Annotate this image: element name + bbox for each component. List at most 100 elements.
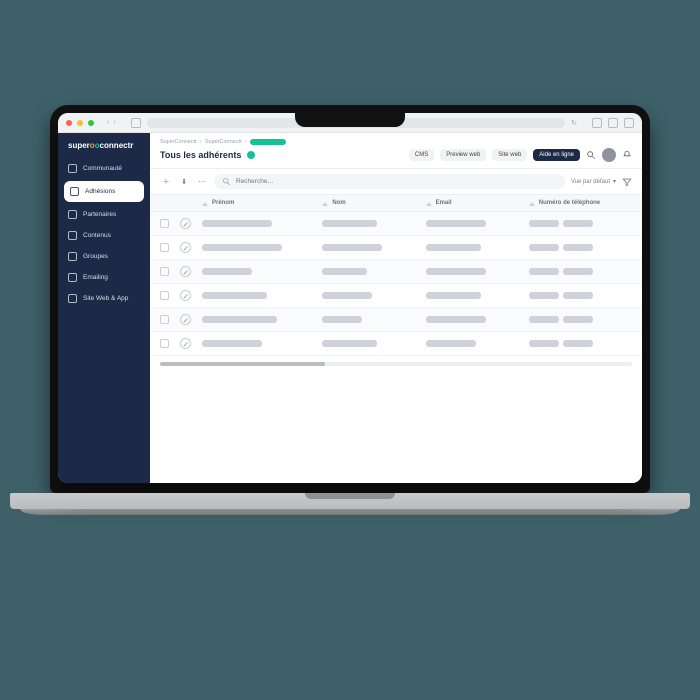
cell-redacted bbox=[202, 340, 262, 347]
sidebar-item-label: Partenaires bbox=[83, 211, 116, 218]
new-tab-icon[interactable] bbox=[608, 118, 618, 128]
cell-redacted bbox=[426, 316, 486, 323]
cell-redacted bbox=[563, 244, 593, 251]
cell-redacted bbox=[322, 244, 382, 251]
cell-redacted bbox=[529, 340, 559, 347]
cell-redacted bbox=[529, 292, 559, 299]
sort-icon[interactable] bbox=[322, 200, 328, 206]
cell-redacted bbox=[322, 268, 367, 275]
monitor-icon bbox=[68, 294, 77, 303]
back-icon[interactable]: ‹ bbox=[107, 119, 109, 126]
window-close-icon[interactable] bbox=[66, 120, 72, 126]
cell-redacted bbox=[202, 220, 272, 227]
window-zoom-icon[interactable] bbox=[88, 120, 94, 126]
search-icon[interactable] bbox=[586, 150, 596, 160]
sidebar-item-label: Emailing bbox=[83, 274, 108, 281]
row-checkbox[interactable] bbox=[160, 315, 169, 324]
row-checkbox[interactable] bbox=[160, 291, 169, 300]
share-icon[interactable] bbox=[592, 118, 602, 128]
table-header: Prénom Nom Email Numéro de téléphone bbox=[150, 195, 642, 212]
list-toolbar: ＋ ⬇ ⋯ Vue par défaut ▾ bbox=[150, 169, 642, 195]
add-button[interactable]: ＋ bbox=[160, 176, 172, 188]
browser-action-icons bbox=[592, 118, 634, 128]
table-row[interactable] bbox=[150, 212, 642, 236]
chevron-down-icon: ▾ bbox=[613, 178, 616, 185]
breadcrumb: SuperConnectr › SuperConnectr › bbox=[160, 139, 632, 145]
edit-icon[interactable] bbox=[180, 218, 191, 229]
col-tel[interactable]: Numéro de téléphone bbox=[539, 200, 600, 206]
sidebar-item-label: Contenus bbox=[83, 232, 111, 239]
cell-redacted bbox=[529, 220, 559, 227]
sort-icon[interactable] bbox=[529, 200, 535, 206]
preview-web-button[interactable]: Preview web bbox=[440, 149, 486, 161]
table-row[interactable] bbox=[150, 284, 642, 308]
edit-icon[interactable] bbox=[180, 242, 191, 253]
col-email[interactable]: Email bbox=[436, 200, 452, 206]
row-checkbox[interactable] bbox=[160, 243, 169, 252]
sort-icon[interactable] bbox=[426, 200, 432, 206]
breadcrumb-item[interactable]: SuperConnectr bbox=[205, 139, 242, 145]
table-row[interactable] bbox=[150, 308, 642, 332]
view-selector[interactable]: Vue par défaut ▾ bbox=[571, 178, 616, 185]
col-nom[interactable]: Nom bbox=[332, 200, 345, 206]
scrollbar-thumb[interactable] bbox=[160, 362, 325, 366]
search-field[interactable] bbox=[236, 178, 557, 185]
table-row[interactable] bbox=[150, 260, 642, 284]
bell-icon[interactable] bbox=[622, 150, 632, 160]
search-input[interactable] bbox=[214, 174, 565, 189]
breadcrumb-item[interactable]: SuperConnectr bbox=[160, 139, 197, 145]
avatar[interactable] bbox=[602, 148, 616, 162]
col-prenom[interactable]: Prénom bbox=[212, 200, 234, 206]
screen: ‹ › ↻ superooconnectr bbox=[58, 113, 642, 483]
edit-icon[interactable] bbox=[180, 338, 191, 349]
main-panel: SuperConnectr › SuperConnectr › Tous les… bbox=[150, 133, 642, 483]
row-checkbox[interactable] bbox=[160, 267, 169, 276]
cell-redacted bbox=[529, 268, 559, 275]
cell-redacted bbox=[202, 244, 282, 251]
sidebar: superooconnectr Communauté Adhésions Par… bbox=[58, 133, 150, 483]
cell-redacted bbox=[563, 316, 593, 323]
horizontal-scrollbar[interactable] bbox=[160, 362, 632, 366]
sidebar-item-label: Communauté bbox=[83, 165, 122, 172]
edit-icon[interactable] bbox=[180, 266, 191, 277]
brand-part1: super bbox=[68, 141, 90, 150]
cell-redacted bbox=[426, 244, 481, 251]
sidebar-item-groupes[interactable]: Groupes bbox=[58, 246, 150, 267]
laptop-frame: ‹ › ↻ superooconnectr bbox=[50, 105, 650, 515]
top-actions: CMS Preview web Site web Aide en ligne bbox=[409, 148, 632, 162]
row-checkbox[interactable] bbox=[160, 339, 169, 348]
sort-icon[interactable] bbox=[202, 200, 208, 206]
more-button[interactable]: ⋯ bbox=[196, 176, 208, 188]
search-icon bbox=[222, 177, 231, 186]
help-button[interactable]: Aide en ligne bbox=[533, 149, 580, 161]
table-row[interactable] bbox=[150, 236, 642, 260]
edit-icon[interactable] bbox=[180, 314, 191, 325]
sidebar-item-partenaires[interactable]: Partenaires bbox=[58, 204, 150, 225]
table-row[interactable] bbox=[150, 332, 642, 356]
cell-redacted bbox=[529, 244, 559, 251]
cell-redacted bbox=[202, 268, 252, 275]
row-checkbox[interactable] bbox=[160, 219, 169, 228]
sidebar-item-emailing[interactable]: Emailing bbox=[58, 267, 150, 288]
window-minimize-icon[interactable] bbox=[77, 120, 83, 126]
sidebar-item-adhesions[interactable]: Adhésions bbox=[64, 181, 144, 202]
screen-bezel: ‹ › ↻ superooconnectr bbox=[50, 105, 650, 493]
cell-redacted bbox=[529, 316, 559, 323]
cell-redacted bbox=[563, 340, 593, 347]
edit-icon[interactable] bbox=[180, 290, 191, 301]
download-button[interactable]: ⬇ bbox=[178, 176, 190, 188]
cms-button[interactable]: CMS bbox=[409, 149, 434, 161]
news-icon bbox=[68, 231, 77, 240]
tabs-icon[interactable] bbox=[624, 118, 634, 128]
filter-icon[interactable] bbox=[622, 177, 632, 187]
sidebar-item-communaute[interactable]: Communauté bbox=[58, 158, 150, 179]
sidebar-item-siteweb-app[interactable]: Site Web & App bbox=[58, 288, 150, 309]
sidebar-item-contenus[interactable]: Contenus bbox=[58, 225, 150, 246]
cell-redacted bbox=[426, 292, 481, 299]
reload-icon[interactable]: ↻ bbox=[571, 119, 577, 127]
cell-redacted bbox=[322, 220, 377, 227]
brand-logo[interactable]: superooconnectr bbox=[58, 133, 150, 158]
cell-redacted bbox=[322, 292, 372, 299]
site-web-button[interactable]: Site web bbox=[492, 149, 527, 161]
forward-icon[interactable]: › bbox=[113, 119, 115, 126]
